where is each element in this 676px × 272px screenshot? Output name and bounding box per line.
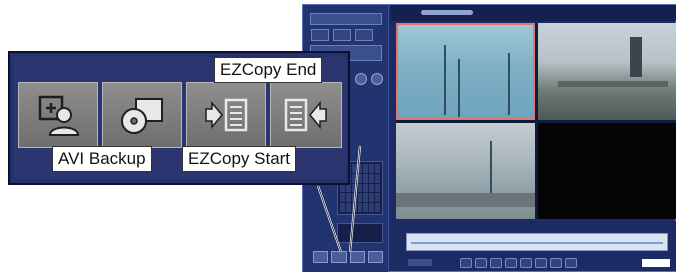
screenshot-root: EZCopy End AVI Backup EZCopy Start [0, 0, 676, 272]
round-button[interactable] [371, 73, 383, 85]
timeline-bar[interactable] [406, 233, 668, 251]
ezcopy-end-icon [284, 98, 327, 132]
top-bar [391, 5, 676, 21]
step-forward-button[interactable] [535, 258, 547, 268]
timeline-panel [396, 221, 676, 271]
playback-controls [460, 258, 577, 268]
disc-backup-icon [121, 98, 163, 134]
ezcopy-start-label: EZCopy Start [182, 146, 297, 172]
camera-view-3[interactable] [396, 122, 535, 219]
backup-toolbar-mini [313, 251, 383, 263]
play-button[interactable] [520, 258, 532, 268]
ezcopy-end-label: EZCopy End [214, 57, 323, 83]
camera-view-4[interactable] [537, 122, 676, 219]
ezcopy-start-button[interactable] [349, 251, 365, 263]
disc-backup-button[interactable] [331, 251, 347, 263]
avi-backup-icon [38, 95, 80, 136]
reverse-play-button[interactable] [490, 258, 502, 268]
stop-button[interactable] [565, 258, 577, 268]
event-list[interactable] [337, 223, 383, 243]
step-back-button[interactable] [475, 258, 487, 268]
ezcopy-start-button[interactable] [186, 82, 266, 148]
panel-button[interactable] [355, 29, 373, 41]
panel-button[interactable] [311, 29, 329, 41]
playback-application [302, 4, 676, 272]
camera-grid [396, 23, 676, 219]
control-row[interactable] [310, 13, 382, 25]
camera-view-1[interactable] [396, 23, 535, 120]
date-field[interactable] [408, 259, 432, 266]
ezcopy-end-button[interactable] [367, 251, 383, 263]
fast-forward-button[interactable] [550, 258, 562, 268]
logo [421, 10, 473, 15]
rewind-button[interactable] [460, 258, 472, 268]
avi-backup-label: AVI Backup [52, 146, 152, 172]
ezcopy-end-button[interactable] [270, 82, 342, 148]
avi-backup-button[interactable] [313, 251, 329, 263]
ezcopy-start-icon [205, 98, 248, 132]
pause-button[interactable] [505, 258, 517, 268]
panel-button[interactable] [333, 29, 351, 41]
avi-backup-button[interactable] [18, 82, 98, 148]
camera-view-2[interactable] [537, 23, 676, 120]
disc-backup-button[interactable] [102, 82, 182, 148]
round-button[interactable] [355, 73, 367, 85]
time-field[interactable] [642, 259, 670, 267]
